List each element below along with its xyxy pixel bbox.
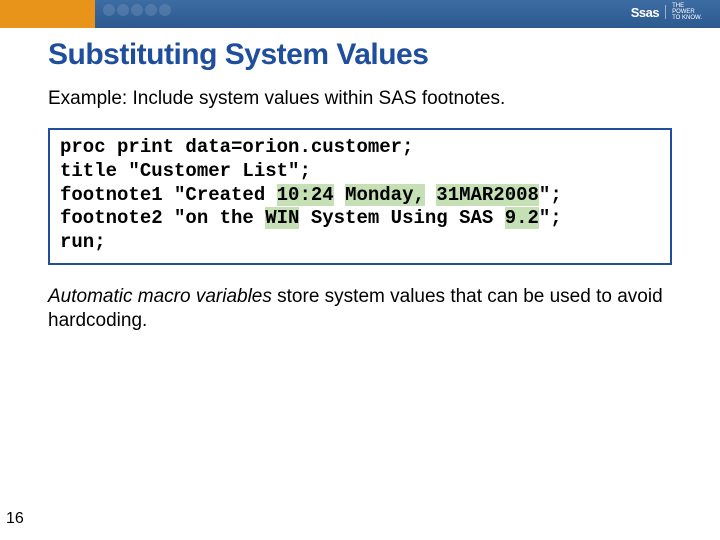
explanation-text: Automatic macro variables store system v… (48, 285, 672, 334)
slide-title: Substituting System Values (48, 38, 672, 72)
highlight-time: 10:24 (277, 184, 334, 206)
logo-divider (665, 5, 666, 19)
code-line: proc print data=orion.customer; (60, 136, 413, 158)
highlight-version: 9.2 (505, 207, 539, 229)
header-bar: Ssas THE POWER TO KNOW. (0, 0, 720, 28)
highlight-date: 31MAR2008 (436, 184, 539, 206)
code-box: proc print data=orion.customer; title "C… (48, 128, 672, 265)
header-blue-block: Ssas THE POWER TO KNOW. (95, 0, 720, 28)
logo-text: Ssas (631, 5, 659, 20)
highlight-os: WIN (265, 207, 299, 229)
highlight-day: Monday, (345, 184, 425, 206)
slide-content: Substituting System Values Example: Incl… (0, 28, 720, 334)
slide-number: 16 (6, 510, 24, 528)
example-label: Example: Include system values within SA… (48, 88, 672, 110)
code-line: run; (60, 231, 106, 253)
explanation-italic: Automatic macro variables (48, 286, 272, 307)
code-line: footnote2 "on the WIN System Using SAS 9… (60, 207, 562, 229)
header-orange-block (0, 0, 95, 28)
code-line: title "Customer List"; (60, 160, 311, 182)
logo-tagline: THE POWER TO KNOW. (672, 3, 702, 21)
sas-logo: Ssas THE POWER TO KNOW. (631, 3, 702, 21)
code-line: footnote1 "Created 10:24 Monday, 31MAR20… (60, 184, 562, 206)
header-dots (103, 4, 171, 16)
